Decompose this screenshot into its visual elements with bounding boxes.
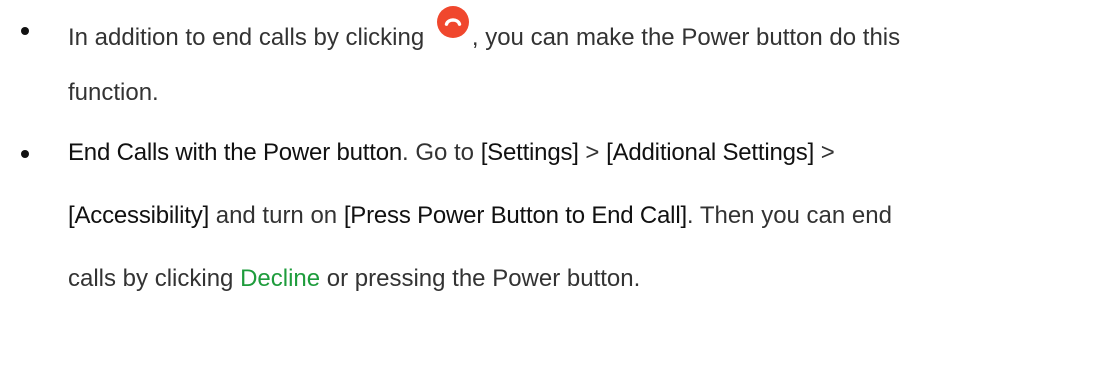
- text-line: function.: [68, 79, 159, 106]
- text-line: In addition to end calls by clicking , y…: [68, 6, 1076, 51]
- menu-path-accessibility: [Accessibility]: [68, 202, 210, 229]
- end-call-icon: [436, 6, 469, 38]
- text-run: >: [578, 139, 607, 166]
- text-line: End Calls with the Power button. Go to […: [68, 138, 1076, 167]
- menu-path-press-power-button: [Press Power Button to End Call]: [343, 202, 687, 229]
- text-run: , you can make the Power button do this: [471, 24, 901, 51]
- text-line: [Accessibility] and turn on [Press Power…: [68, 201, 1076, 230]
- text-run: or pressing the Power button.: [320, 265, 641, 292]
- bullet-point-icon: [21, 150, 29, 158]
- decline-label: Decline: [240, 265, 321, 292]
- text-run: In addition to end calls by clicking: [68, 24, 431, 51]
- feature-term: End Calls with the Power button: [68, 139, 402, 166]
- text-run: >: [814, 139, 835, 166]
- bullet-list: In addition to end calls by clicking , y…: [0, 0, 1096, 293]
- bullet-point-icon: [21, 27, 29, 35]
- menu-path-settings: [Settings]: [480, 139, 579, 166]
- document-page: In addition to end calls by clicking , y…: [0, 0, 1096, 389]
- text-run: . Then you can end: [686, 202, 892, 229]
- menu-path-additional-settings: [Additional Settings]: [606, 139, 815, 166]
- text-run: and turn on: [209, 202, 344, 229]
- list-item: End Calls with the Power button. Go to […: [0, 107, 1096, 293]
- text-line: calls by clicking Decline or pressing th…: [68, 264, 1076, 293]
- text-run: calls by clicking: [68, 265, 241, 292]
- text-run: . Go to: [401, 139, 481, 166]
- list-item: In addition to end calls by clicking , y…: [0, 0, 1096, 107]
